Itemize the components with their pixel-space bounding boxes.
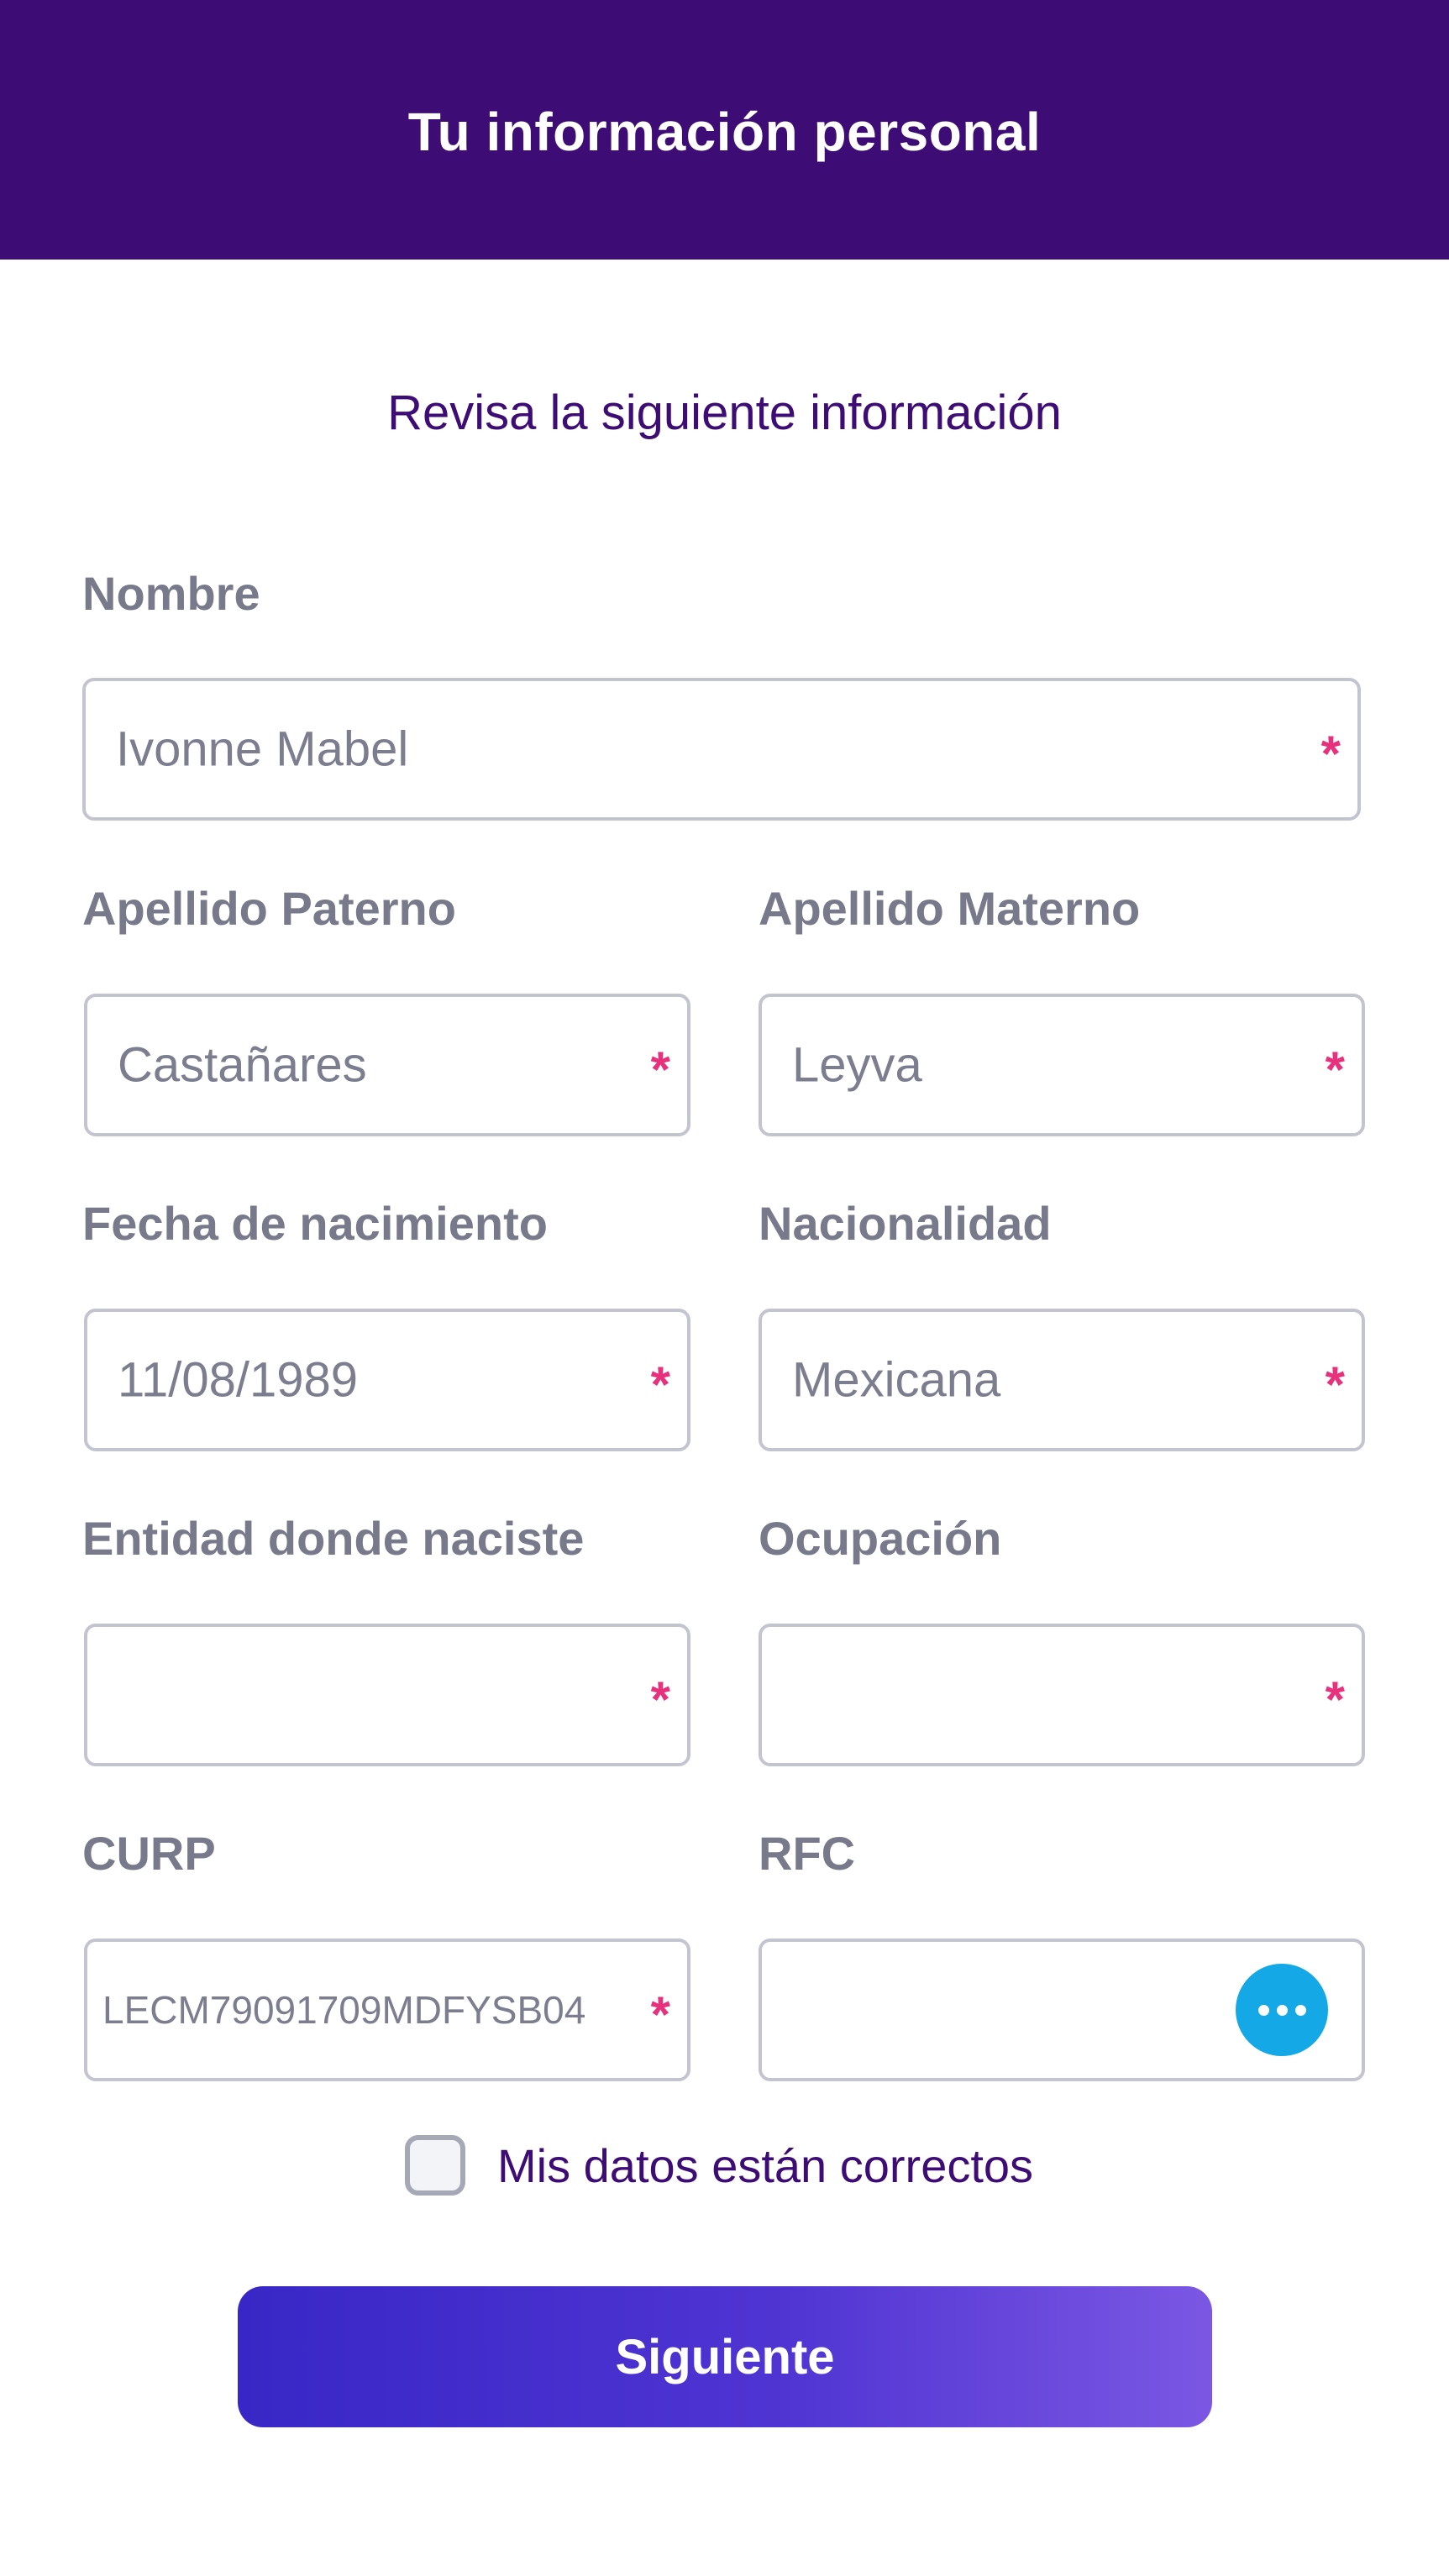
nombre-field[interactable]: Ivonne Mabel *: [82, 678, 1361, 821]
required-asterisk-icon: *: [650, 1356, 670, 1413]
curp-value: LECM79091709MDFYSB04: [102, 1988, 586, 2032]
required-asterisk-icon: *: [1325, 1356, 1345, 1413]
required-asterisk-icon: *: [1325, 1671, 1345, 1728]
apellido-paterno-label: Apellido Paterno: [82, 882, 456, 935]
fecha-nacimiento-label: Fecha de nacimiento: [82, 1197, 548, 1250]
ocupacion-field[interactable]: *: [759, 1624, 1365, 1766]
entidad-label: Entidad donde naciste: [82, 1512, 585, 1565]
nacionalidad-value: Mexicana: [792, 1352, 1001, 1408]
curp-field[interactable]: LECM79091709MDFYSB04 *: [84, 1939, 690, 2081]
nacionalidad-label: Nacionalidad: [759, 1197, 1052, 1250]
apellido-paterno-value: Castañares: [118, 1037, 367, 1093]
header-bar: Tu información personal: [0, 0, 1449, 260]
entidad-field[interactable]: *: [84, 1624, 690, 1766]
curp-label: CURP: [82, 1827, 216, 1880]
required-asterisk-icon: *: [650, 1671, 670, 1728]
rfc-field[interactable]: [759, 1939, 1365, 2081]
confirm-checkbox[interactable]: [405, 2135, 465, 2196]
confirm-row[interactable]: Mis datos están correctos: [405, 2133, 1033, 2197]
ocupacion-label: Ocupación: [759, 1512, 1002, 1565]
nacionalidad-field[interactable]: Mexicana *: [759, 1309, 1365, 1451]
page-title: Tu información personal: [407, 101, 1042, 162]
rfc-label: RFC: [759, 1827, 856, 1880]
apellido-materno-value: Leyva: [792, 1037, 922, 1093]
required-asterisk-icon: *: [1320, 726, 1341, 782]
apellido-materno-field[interactable]: Leyva *: [759, 994, 1365, 1136]
confirm-label: Mis datos están correctos: [497, 2138, 1034, 2192]
required-asterisk-icon: *: [650, 1041, 670, 1098]
next-button-label: Siguiente: [615, 2329, 835, 2385]
fecha-nacimiento-value: 11/08/1989: [118, 1352, 358, 1408]
page-subtitle: Revisa la siguiente información: [387, 386, 1062, 440]
apellido-paterno-field[interactable]: Castañares *: [84, 994, 690, 1136]
required-asterisk-icon: *: [650, 1986, 670, 2043]
required-asterisk-icon: *: [1325, 1041, 1345, 1098]
apellido-materno-label: Apellido Materno: [759, 882, 1141, 935]
nombre-value: Ivonne Mabel: [116, 721, 409, 777]
more-horizontal-icon[interactable]: [1236, 1964, 1328, 2056]
nombre-label: Nombre: [82, 567, 260, 620]
next-button[interactable]: Siguiente: [238, 2286, 1212, 2427]
fecha-nacimiento-field[interactable]: 11/08/1989 *: [84, 1309, 690, 1451]
